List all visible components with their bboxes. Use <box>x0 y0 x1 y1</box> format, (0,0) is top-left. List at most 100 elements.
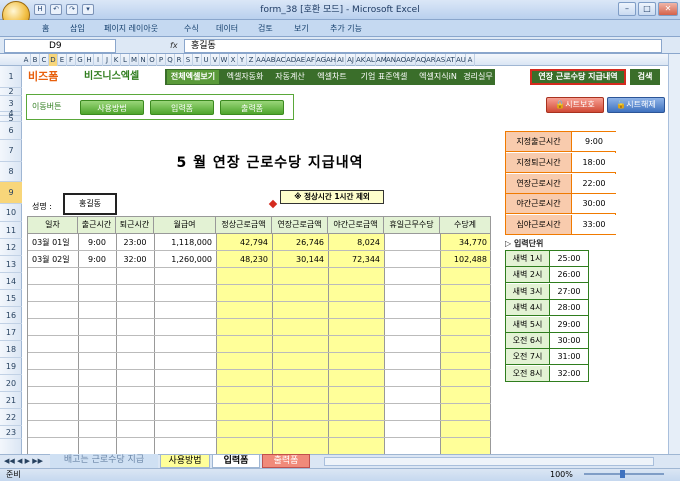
unit-label: 새벽 4시 <box>506 300 550 317</box>
protect-sheet-button[interactable]: 🔒시트보호 <box>546 97 604 113</box>
qat-more-icon[interactable]: ▾ <box>82 4 94 15</box>
header-clock-out: 퇴근시간 <box>116 216 154 234</box>
unit-value: 30:00 <box>550 333 588 349</box>
header-regular-pay: 정상근로금액 <box>216 216 272 234</box>
header-overtime-pay: 연장근로금액 <box>272 216 328 234</box>
table-cell[interactable]: 9:00 <box>78 252 116 267</box>
tab-data[interactable]: 데이터 <box>212 21 242 36</box>
window-title: form_38 [호환 모드] - Microsoft Excel <box>260 5 420 15</box>
search-button[interactable]: 검색 <box>630 69 660 85</box>
table-row <box>28 404 491 421</box>
table-cell[interactable]: 03월 02일 <box>28 252 78 267</box>
table-cell[interactable]: 26,746 <box>272 235 328 250</box>
unit-label: 새벽 5시 <box>506 316 550 333</box>
sheet-tab-usage[interactable]: 사용방법 <box>160 454 210 468</box>
table-row <box>28 387 491 404</box>
usage-button[interactable]: 사용방법 <box>80 100 144 115</box>
unit-label: 오전 8시 <box>506 365 550 382</box>
unit-value: 25:00 <box>550 251 588 267</box>
name-value-cell[interactable]: 홍길동 <box>63 193 117 215</box>
table-row <box>28 302 491 319</box>
unit-label: 새벽 1시 <box>506 251 550 267</box>
tab-home[interactable]: 홈 <box>38 21 53 36</box>
table-row <box>28 319 491 336</box>
sheet-tab-output[interactable]: 출력폼 <box>262 454 310 468</box>
minimize-button[interactable]: – <box>618 2 636 16</box>
table-cell[interactable]: 42,794 <box>216 235 272 250</box>
table-cell[interactable]: 32:00 <box>116 252 154 267</box>
table-cell[interactable]: 03월 01일 <box>28 235 78 250</box>
unit-label: 새벽 2시 <box>506 267 550 284</box>
vertical-scrollbar[interactable] <box>668 54 680 454</box>
unit-label: 새벽 3시 <box>506 283 550 300</box>
name-box[interactable]: D9 <box>4 39 116 53</box>
close-button[interactable]: ✕ <box>658 2 678 16</box>
table-cell[interactable]: 23:00 <box>116 235 154 250</box>
menu-excel-automation[interactable]: 엑셀자동화 <box>222 70 268 84</box>
payroll-table: 일자 출근시간 퇴근시간 월급여 정상근로금액 연장근로금액 야간근로금액 휴일… <box>27 216 491 454</box>
tab-review[interactable]: 검토 <box>254 21 277 36</box>
setting-label: 연장근로시간 <box>506 173 572 194</box>
protect-sheet-label: 시트보호 <box>565 100 595 109</box>
unit-value: 32:00 <box>550 365 588 382</box>
worksheet[interactable]: A B C D E F G H I J K L M N O P Q R S T U V W X Y Z AA AB AC AD AE AF AG… <box>0 54 668 454</box>
table-cell[interactable]: 9:00 <box>78 235 116 250</box>
setting-value[interactable]: 18:00 <box>572 152 616 173</box>
unit-label: 오전 7시 <box>506 349 550 366</box>
table-cell[interactable]: 102,488 <box>440 252 491 267</box>
table-cell[interactable]: 34,770 <box>440 235 491 250</box>
menu-all-excel[interactable]: 전체엑셀보기 <box>167 70 219 84</box>
bizforms-logo[interactable]: 비즈폼 <box>28 69 78 85</box>
maximize-button[interactable]: □ <box>638 2 656 16</box>
tab-insert[interactable]: 삽입 <box>66 21 89 36</box>
unprotect-sheet-label: 시트해제 <box>626 100 656 109</box>
table-cell[interactable]: 72,344 <box>328 252 384 267</box>
table-cell[interactable]: 1,118,000 <box>154 235 216 250</box>
note-box: ※ 정상시간 1시간 제외 <box>280 190 384 204</box>
tab-view[interactable]: 보기 <box>290 21 313 36</box>
setting-label: 지정출근시간 <box>506 132 572 152</box>
current-form-badge: 연장 근로수당 지급내역 <box>530 69 626 85</box>
nav-label: 이동버튼 <box>32 102 62 111</box>
table-cell[interactable]: 30,144 <box>272 252 328 267</box>
menu-auto-calc[interactable]: 자동계산 <box>270 70 310 84</box>
settings-panel: 지정출근시간 9:00 지정퇴근시간 18:00 연장근로시간 22:00 야간근로시간 30… <box>505 131 616 236</box>
unprotect-sheet-button[interactable]: 🔓시트해제 <box>607 97 665 113</box>
sheet-tab-cover[interactable]: 배고는 근로수당 지급 <box>50 454 158 468</box>
tab-page-layout[interactable]: 페이지 레이아웃 <box>100 21 162 36</box>
tab-formulas[interactable]: 수식 <box>180 21 203 36</box>
table-row <box>28 268 491 285</box>
table-row <box>28 336 491 353</box>
formula-input[interactable]: 홍길동 <box>184 39 662 53</box>
zoom-slider-thumb[interactable] <box>620 470 625 478</box>
business-excel-logo[interactable]: 비즈니스엑셀 <box>84 69 158 85</box>
menu-standard-excel[interactable]: 기업 표준엑셀 <box>354 70 414 84</box>
table-row <box>28 353 491 370</box>
sheet-tab-input[interactable]: 입력폼 <box>212 454 260 468</box>
output-form-button[interactable]: 출력폼 <box>220 100 284 115</box>
table-row <box>28 285 491 302</box>
setting-value[interactable]: 30:00 <box>572 194 616 215</box>
save-icon[interactable]: H <box>34 4 46 15</box>
table-cell[interactable] <box>384 235 440 250</box>
tab-addins[interactable]: 추가 기능 <box>326 21 366 36</box>
setting-value[interactable]: 33:00 <box>572 215 616 236</box>
table-cell[interactable]: 1,260,000 <box>154 252 216 267</box>
input-form-button[interactable]: 입력폼 <box>150 100 214 115</box>
table-row <box>28 370 491 387</box>
menu-accounting[interactable]: 경리실무 <box>462 70 494 84</box>
table-cell[interactable]: 8,024 <box>328 235 384 250</box>
menu-excel-knowledge[interactable]: 엑셀지식iN <box>416 70 460 84</box>
sheet-nav-arrows-icon[interactable]: ◀◀ ◀ ▶ ▶▶ <box>4 456 44 466</box>
horizontal-scrollbar[interactable] <box>324 457 654 466</box>
fx-icon[interactable]: fx <box>170 39 182 53</box>
menu-excel-chart[interactable]: 엑셀차트 <box>312 70 352 84</box>
setting-value[interactable]: 22:00 <box>572 173 616 194</box>
setting-value[interactable]: 9:00 <box>572 132 616 152</box>
unit-value: 29:00 <box>550 316 588 333</box>
zoom-level[interactable]: 100% <box>550 469 576 480</box>
table-cell[interactable] <box>384 252 440 267</box>
redo-icon[interactable]: ↷ <box>66 4 78 15</box>
table-cell[interactable]: 48,230 <box>216 252 272 267</box>
undo-icon[interactable]: ↶ <box>50 4 62 15</box>
